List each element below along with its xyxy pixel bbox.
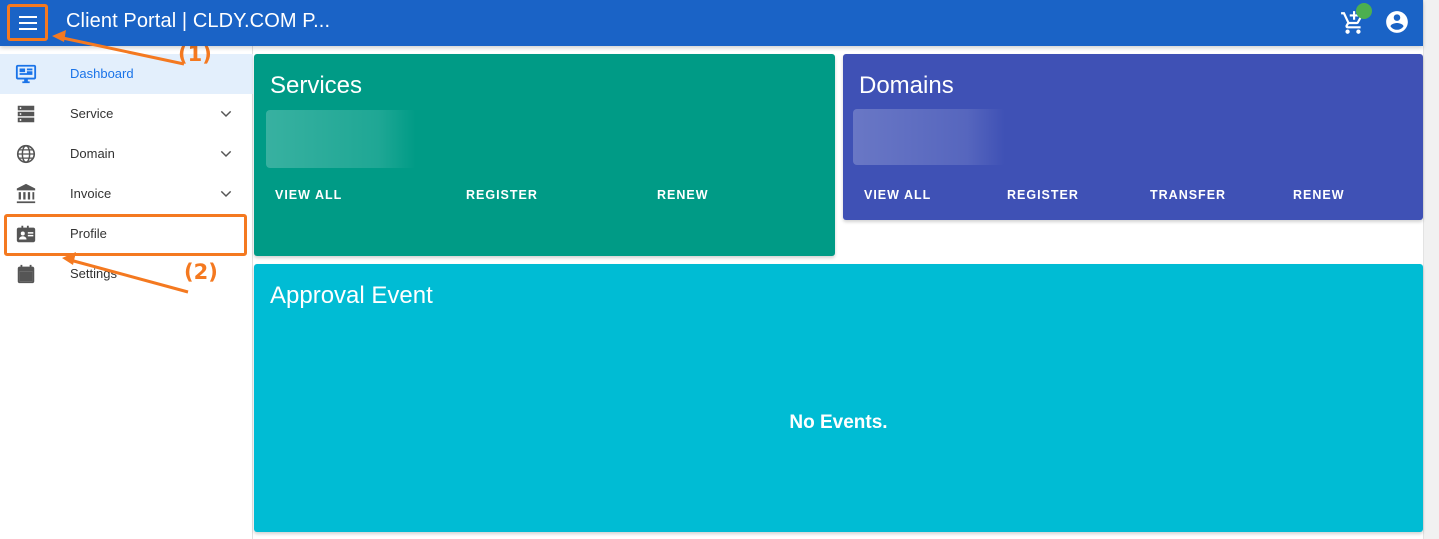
top-app-bar: Client Portal | CLDY.COM P...	[0, 0, 1423, 46]
sidebar-item-domain[interactable]: Domain	[0, 134, 253, 174]
chevron-down-icon	[220, 110, 232, 118]
card-title: Services	[270, 72, 363, 99]
calendar-icon	[17, 264, 35, 284]
empty-state-text: No Events.	[789, 412, 888, 433]
hamburger-menu-icon	[18, 14, 37, 32]
sidebar-item-dashboard[interactable]: Dashboard	[0, 54, 253, 94]
services-card: Services VIEW ALL REGISTER RENEW	[254, 54, 835, 256]
sidebar-item-service[interactable]: Service	[0, 94, 253, 134]
blurred-content	[266, 110, 416, 168]
chevron-down-icon	[220, 190, 232, 198]
menu-button[interactable]	[7, 4, 48, 41]
monitor-icon	[15, 64, 37, 84]
sidebar-item-label: Service	[70, 106, 114, 121]
card-title: Domains	[859, 72, 954, 99]
domains-renew-button[interactable]: RENEW	[1293, 188, 1345, 202]
domains-register-button[interactable]: REGISTER	[1007, 188, 1079, 202]
sidebar-item-invoice[interactable]: Invoice	[0, 174, 253, 214]
sidebar-item-label: Invoice	[70, 186, 112, 201]
domains-view-all-button[interactable]: VIEW ALL	[864, 188, 931, 202]
step-2-label: (2)	[184, 260, 218, 284]
notification-badge	[1356, 3, 1372, 19]
domains-transfer-button[interactable]: TRANSFER	[1150, 188, 1226, 202]
services-renew-button[interactable]: RENEW	[657, 188, 709, 202]
server-icon	[17, 105, 35, 123]
domains-card: Domains VIEW ALL REGISTER TRANSFER RENEW	[843, 54, 1423, 220]
app-title: Client Portal | CLDY.COM P...	[66, 10, 331, 32]
sidebar: Dashboard Service Domain Invoice Profile…	[0, 46, 253, 539]
sidebar-item-label: Domain	[70, 146, 115, 161]
approval-event-card: Approval Event No Events.	[254, 264, 1423, 532]
card-title: Approval Event	[270, 282, 433, 309]
chevron-down-icon	[220, 150, 232, 158]
sidebar-item-label: Settings	[70, 266, 117, 281]
blurred-content	[853, 109, 1005, 165]
profile-highlight-box	[4, 214, 247, 256]
services-register-button[interactable]: REGISTER	[466, 188, 538, 202]
globe-icon	[16, 144, 36, 164]
services-view-all-button[interactable]: VIEW ALL	[275, 188, 342, 202]
scrollbar[interactable]	[1423, 0, 1439, 539]
bank-icon	[16, 183, 36, 204]
sidebar-item-label: Dashboard	[70, 66, 134, 81]
account-circle-icon[interactable]	[1384, 9, 1410, 35]
